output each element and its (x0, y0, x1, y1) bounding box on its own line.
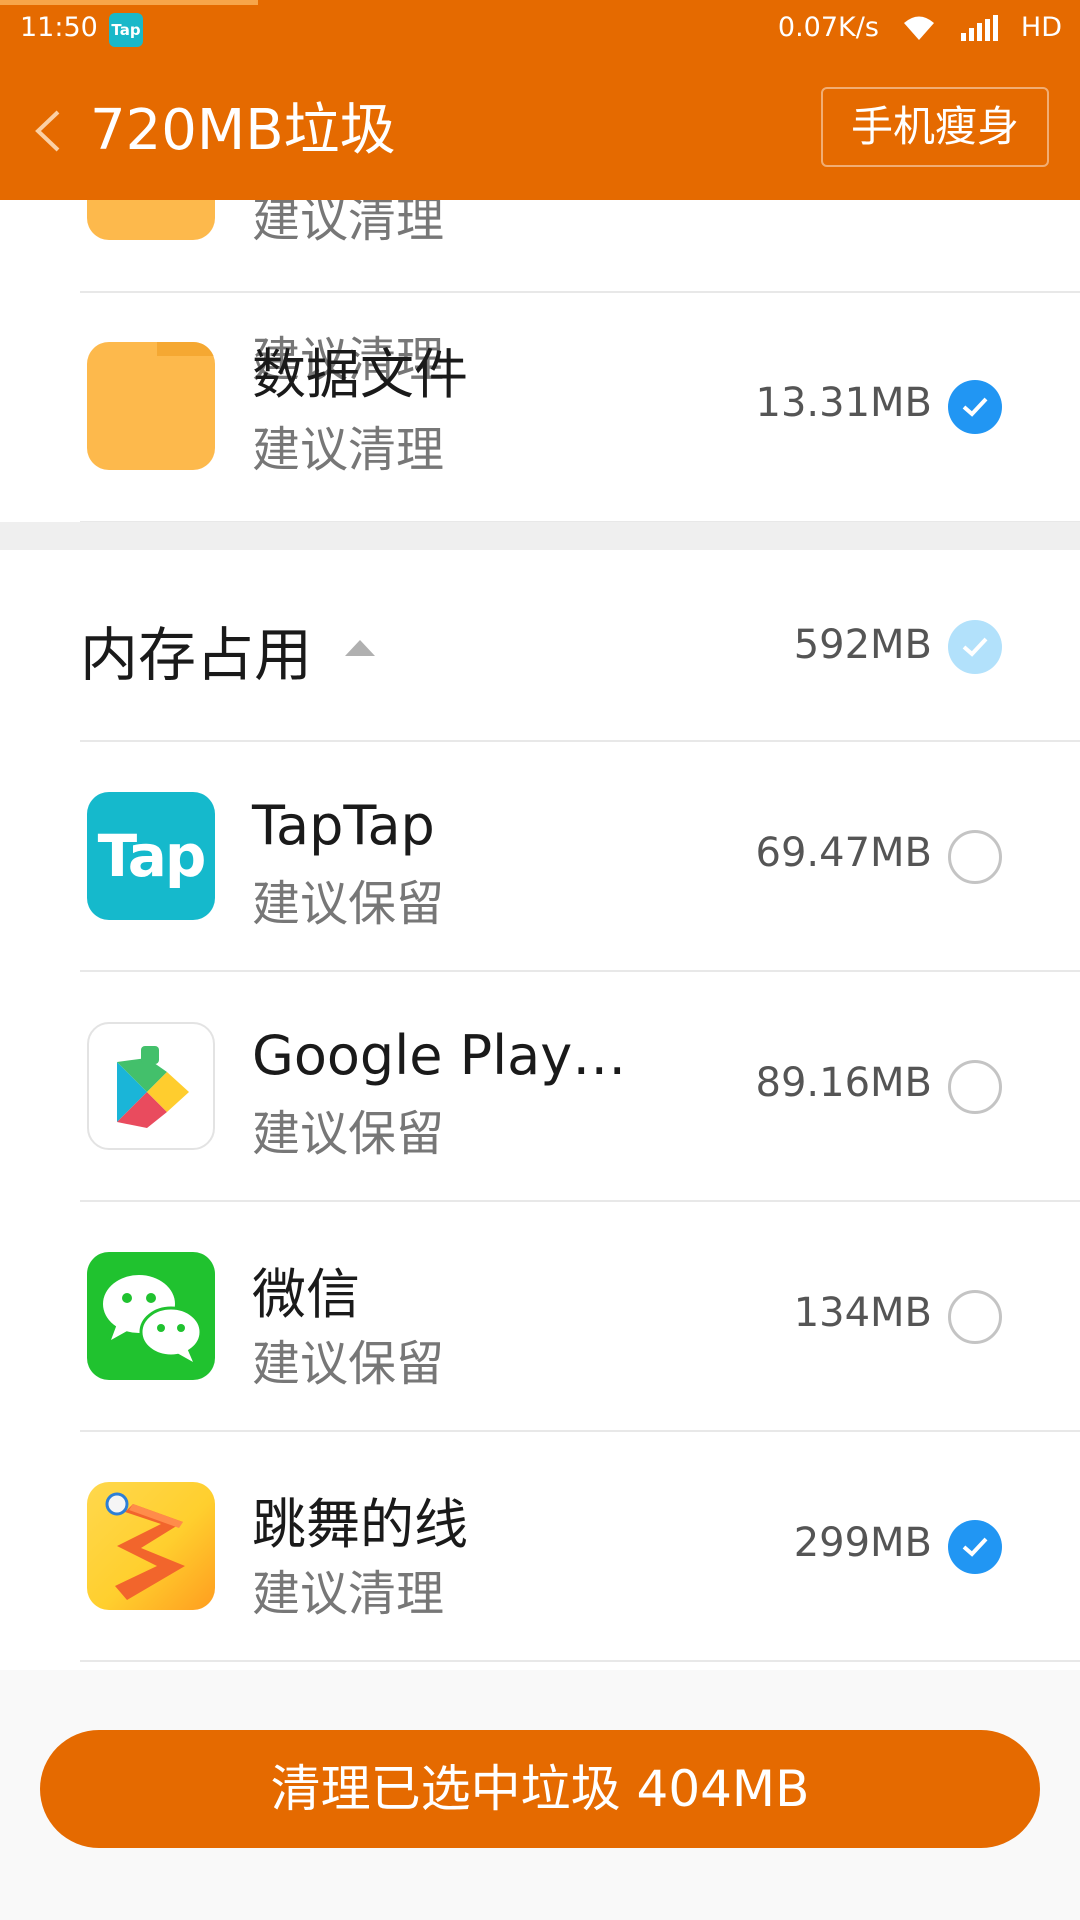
item-checkbox[interactable] (948, 1520, 1002, 1574)
item-suggestion: 建议清理 (252, 422, 445, 478)
section-size: 592MB (793, 622, 932, 668)
list-item-taptap[interactable]: Tap TapTap 建议保留 69.47MB (0, 742, 1080, 970)
top-bar: 11:50 Tap 0.07K/s HD 720MB垃圾 手机瘦身 (0, 0, 1080, 200)
item-title: 微信 (252, 1263, 360, 1326)
loading-progress-line (0, 0, 258, 5)
item-size: 134MB (793, 1290, 932, 1336)
list-item-data-files[interactable]: 数据文件 建议清理 13.31MB (0, 292, 1080, 522)
item-size: 69.47MB (755, 830, 932, 876)
back-arrow-icon[interactable] (32, 108, 62, 154)
item-suggestion: 建议保留 (252, 1106, 445, 1162)
item-size: 299MB (793, 1520, 932, 1566)
item-checkbox[interactable] (948, 1060, 1002, 1114)
item-title: TapTap (252, 794, 435, 857)
section-checkbox[interactable] (948, 620, 1002, 674)
status-indicators: 0.07K/s HD (778, 12, 1062, 43)
item-checkbox[interactable] (948, 380, 1002, 434)
item-suggestion: 建议保留 (252, 876, 445, 932)
list-item-google-play[interactable]: Google Play… 建议保留 89.16MB (0, 972, 1080, 1200)
item-suggestion: 建议保留 (252, 1336, 445, 1392)
net-speed: 0.07K/s (777, 12, 879, 43)
wechat-icon (87, 1252, 215, 1380)
item-size: 13.31MB (755, 380, 932, 426)
google-play-icon (87, 1022, 215, 1150)
status-time: 11:50 (20, 12, 98, 43)
page-title: 720MB垃圾 (90, 98, 396, 163)
section-header-memory[interactable]: 内存占用 592MB (0, 550, 1080, 740)
item-title: 跳舞的线 (252, 1493, 468, 1556)
item-size: 89.16MB (755, 1060, 932, 1106)
taptap-notification-icon: Tap (109, 13, 143, 47)
signal-icon (960, 14, 998, 41)
item-suggestion: 建议清理 (252, 1566, 445, 1622)
collapse-caret-icon[interactable] (345, 640, 375, 656)
dancing-line-icon (87, 1482, 215, 1610)
item-checkbox[interactable] (948, 830, 1002, 884)
network-type: HD (1020, 12, 1062, 43)
list-item-wechat[interactable]: 微信 建议保留 134MB (0, 1202, 1080, 1430)
divider (80, 1660, 1080, 1662)
phone-slim-button[interactable]: 手机瘦身 (821, 87, 1049, 167)
folder-icon (87, 342, 215, 470)
list-item-dancing-line[interactable]: 跳舞的线 建议清理 299MB (0, 1432, 1080, 1660)
clean-selected-button[interactable]: 清理已选中垃圾 404MB (40, 1730, 1040, 1848)
item-title: 数据文件 (252, 343, 468, 406)
taptap-app-icon: Tap (87, 792, 215, 920)
item-checkbox[interactable] (948, 1290, 1002, 1344)
section-separator (0, 522, 1080, 550)
wifi-icon (903, 16, 934, 40)
item-title: Google Play… (252, 1024, 627, 1087)
section-title: 内存占用 (80, 621, 313, 689)
